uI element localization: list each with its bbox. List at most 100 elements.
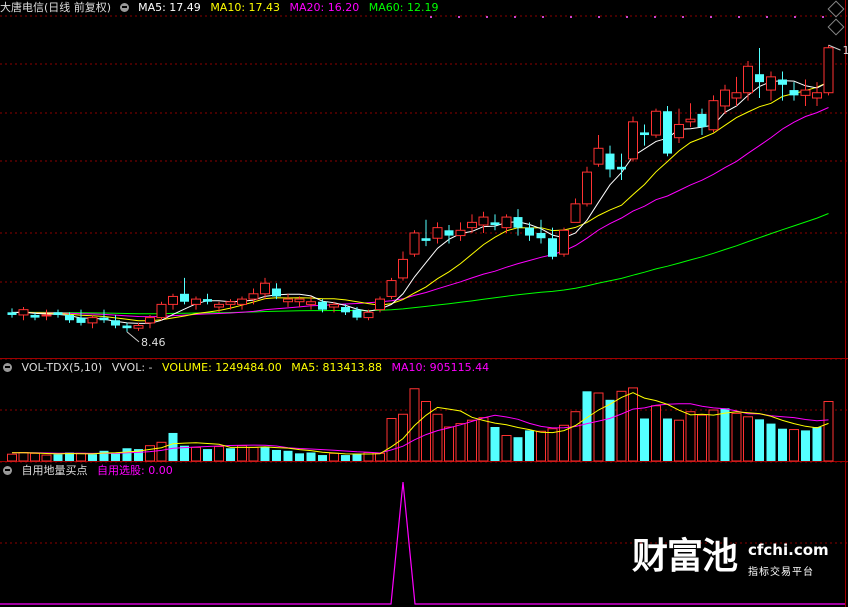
candle-body <box>168 295 178 305</box>
volume-bar <box>341 455 350 461</box>
candle-body <box>30 314 40 318</box>
candle-body <box>237 298 247 305</box>
volume-panel-header: VOL-TDX(5,10) VVOL: - VOLUME: 1249484.00… <box>0 360 495 376</box>
candle-body <box>432 227 443 239</box>
volume-bar <box>295 453 304 461</box>
volume-bar <box>628 387 638 462</box>
candle-body <box>65 314 74 321</box>
candle-body <box>513 217 523 228</box>
candle-body <box>651 110 661 136</box>
indicator-panel-header: 自用地量买点 自用选股: 0.00 <box>0 463 179 479</box>
volume-bar <box>156 441 167 462</box>
candle-body <box>260 282 270 295</box>
candle-body <box>352 309 362 318</box>
marker-dot <box>738 16 740 18</box>
settings-icon[interactable] <box>119 3 129 12</box>
low-label: 8.46 <box>141 336 166 349</box>
candle-body <box>467 221 477 229</box>
candle-body <box>617 166 626 170</box>
volume-bar <box>720 408 730 461</box>
marker-dot <box>598 16 600 18</box>
volume-bar <box>145 445 155 462</box>
volume-bar <box>398 413 408 462</box>
marker-dot <box>682 16 684 18</box>
candle-body <box>570 203 581 223</box>
candle-body <box>375 298 385 311</box>
candle-body <box>455 229 466 237</box>
volume-bar <box>674 419 684 462</box>
watermark-site: cfchi.com <box>748 541 829 559</box>
vvol-legend: VVOL: - <box>111 361 153 374</box>
candle-body <box>398 258 408 279</box>
candle-body <box>490 222 500 226</box>
watermark-tagline: 指标交易平台 <box>748 567 814 578</box>
candle-body <box>697 113 707 128</box>
candle-body <box>191 298 201 305</box>
candle-body <box>329 303 339 308</box>
candle-body <box>708 100 719 131</box>
candle-body <box>111 320 120 326</box>
volume-bar <box>7 453 17 462</box>
volume-bar <box>432 413 443 462</box>
candle-body <box>421 238 431 241</box>
volume-bar <box>237 445 247 462</box>
candle-body <box>76 317 86 323</box>
volume-bar <box>778 428 787 461</box>
volume-bar <box>789 429 799 462</box>
volume-bar <box>582 391 592 461</box>
candle-body <box>582 171 592 205</box>
stock-chart[interactable]: 19.19 8.46 <box>0 0 848 607</box>
volume-bar <box>122 448 132 461</box>
volume-bar <box>455 423 466 462</box>
candle-body <box>133 325 144 329</box>
volume-bar <box>421 401 431 462</box>
volume-bar <box>536 430 546 462</box>
candle-body <box>605 153 615 170</box>
candle-body <box>731 92 742 99</box>
candle-body <box>156 303 167 319</box>
marker-dot <box>822 16 824 18</box>
ma20-legend: MA20: 16.20 <box>289 1 360 14</box>
candle-body <box>409 232 420 255</box>
volume-bar <box>18 452 29 462</box>
candle-body <box>53 312 63 315</box>
candle-body <box>501 216 512 229</box>
marker-dot <box>458 16 460 18</box>
volume-bar <box>76 452 86 462</box>
candle-body <box>87 317 98 324</box>
ma60-line <box>11 213 829 315</box>
candle-body <box>318 301 327 310</box>
volume-bar <box>248 446 259 462</box>
volume-bar <box>191 446 201 462</box>
marker-dot <box>794 16 796 18</box>
candle-body <box>593 147 604 165</box>
candlesticks <box>7 45 834 332</box>
volume-bar <box>697 414 707 462</box>
candle-body <box>478 216 489 226</box>
volume-bar <box>41 454 52 462</box>
candle-body <box>272 288 281 297</box>
settings-icon[interactable] <box>3 363 12 372</box>
settings-icon[interactable] <box>3 466 12 475</box>
volume-bar <box>444 426 454 462</box>
candle-body <box>743 65 753 94</box>
ma60-legend: MA60: 12.19 <box>368 1 439 14</box>
volume-bar <box>708 409 719 462</box>
candle-body <box>536 232 546 239</box>
volume-legend: VOLUME: 1249484.00 <box>162 361 282 374</box>
candle-body <box>7 312 17 315</box>
stock-title: 大唐电信(日线 前复权) <box>0 1 112 14</box>
volume-bar <box>168 432 178 461</box>
marker-dot <box>570 16 572 18</box>
candle-body <box>225 301 236 305</box>
volume-bar <box>111 453 120 461</box>
ma10-legend: MA10: 17.43 <box>210 1 281 14</box>
volume-bar <box>30 452 40 462</box>
candle-body <box>180 293 189 302</box>
candle-body <box>341 307 350 313</box>
volume-bar <box>203 449 212 461</box>
marker-dot <box>766 16 768 18</box>
volume-bar <box>318 455 327 461</box>
indicator-signal-legend: 自用选股: 0.00 <box>97 464 173 477</box>
volume-bars <box>7 387 834 462</box>
